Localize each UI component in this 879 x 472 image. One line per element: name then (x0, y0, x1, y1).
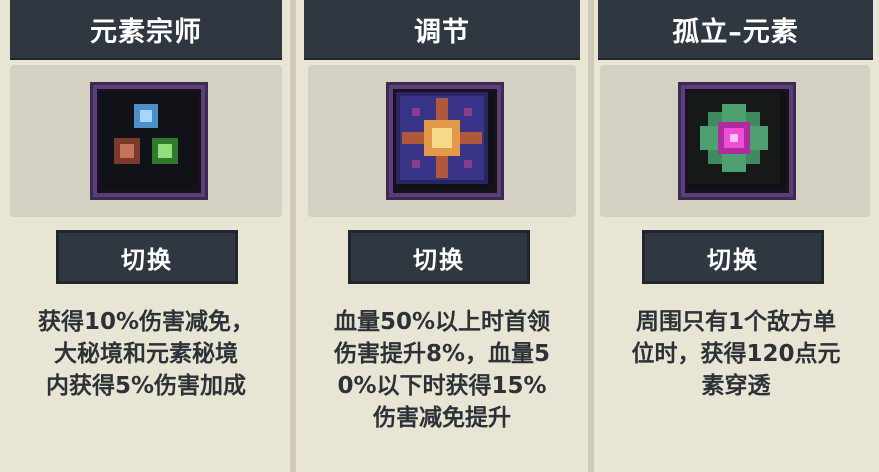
description-line: 周围只有1个敌方单 (635, 309, 836, 335)
card-title: 元素宗师 (10, 0, 282, 60)
description-line: 0%以下时获得15% (337, 373, 547, 399)
card-title: 孤立–元素 (598, 0, 873, 60)
switch-button[interactable]: 切换 (642, 230, 824, 284)
elements-trio-icon (90, 82, 208, 200)
description-line: 位时，获得120点元 (631, 341, 841, 367)
talent-card-isolation-element: 孤立–元素 切换 周围只有1个敌方单 位时，获得120点元 素穿透 (594, 0, 879, 472)
switch-button[interactable]: 切换 (56, 230, 238, 284)
description-line: 内获得5%伤害加成 (45, 373, 247, 399)
description-line: 伤害减免提升 (373, 405, 511, 431)
description-line: 素穿透 (701, 373, 771, 399)
talent-card-element-master: 元素宗师 切换 获得10%伤害减免， 大秘境和元素秘境 内获得5%伤害加成 (0, 0, 292, 472)
icon-box (10, 65, 282, 217)
description-line: 伤害提升8%，血量5 (333, 341, 551, 367)
talent-card-adjust: 调节 切换 血量50%以上时首领 伤害提升8%，血量5 0%以下时获得15% 伤… (296, 0, 588, 472)
icon-box (308, 65, 576, 217)
magenta-orb-icon (678, 82, 796, 200)
description-line: 血量50%以上时首领 (333, 309, 551, 335)
card-description: 血量50%以上时首领 伤害提升8%，血量5 0%以下时获得15% 伤害减免提升 (298, 306, 586, 434)
switch-button[interactable]: 切换 (348, 230, 530, 284)
card-title: 调节 (304, 0, 580, 60)
icon-box (600, 65, 870, 217)
card-description: 获得10%伤害减免， 大秘境和元素秘境 内获得5%伤害加成 (4, 306, 288, 402)
description-line: 大秘境和元素秘境 (54, 341, 238, 367)
card-description: 周围只有1个敌方单 位时，获得120点元 素穿透 (596, 306, 876, 402)
description-line: 获得10%伤害减免， (37, 309, 255, 335)
star-burst-icon (386, 82, 504, 200)
